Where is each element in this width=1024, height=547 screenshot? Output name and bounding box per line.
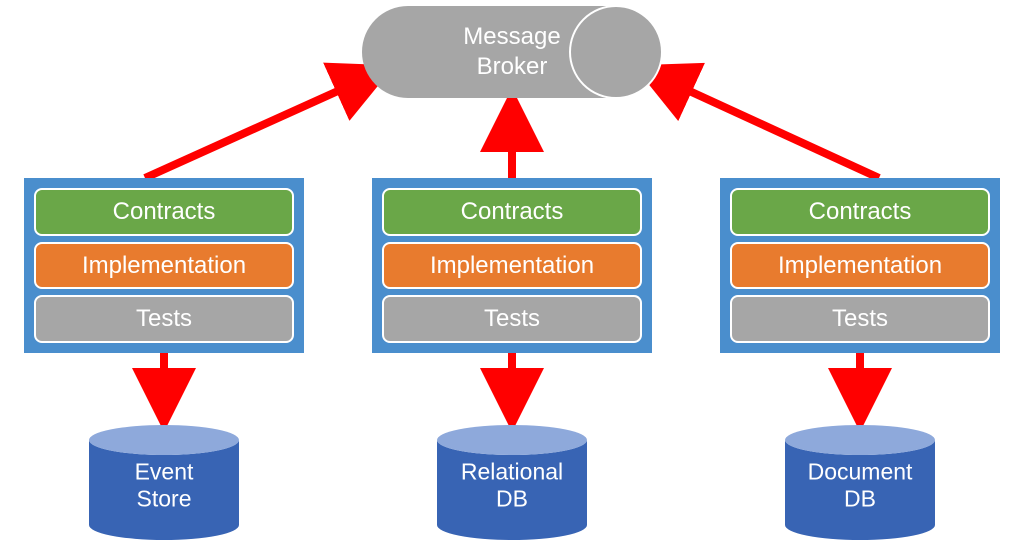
database-label: Relational DB (461, 458, 563, 513)
implementation-layer: Implementation (382, 242, 642, 290)
service-box: Contracts Implementation Tests (24, 178, 304, 353)
implementation-layer: Implementation (730, 242, 990, 290)
database-relational: Relational DB (437, 425, 587, 540)
database-event-store: Event Store (89, 425, 239, 540)
service-box: Contracts Implementation Tests (720, 178, 1000, 353)
tests-layer: Tests (34, 295, 294, 343)
message-broker-label: Message Broker (463, 22, 560, 82)
database-document: Document DB (785, 425, 935, 540)
implementation-layer: Implementation (34, 242, 294, 290)
contracts-layer: Contracts (34, 188, 294, 236)
message-broker: Message Broker (362, 6, 662, 98)
contracts-layer: Contracts (730, 188, 990, 236)
database-label: Event Store (135, 458, 194, 513)
tests-layer: Tests (382, 295, 642, 343)
contracts-layer: Contracts (382, 188, 642, 236)
database-label: Document DB (808, 458, 913, 513)
tests-layer: Tests (730, 295, 990, 343)
service-box: Contracts Implementation Tests (372, 178, 652, 353)
